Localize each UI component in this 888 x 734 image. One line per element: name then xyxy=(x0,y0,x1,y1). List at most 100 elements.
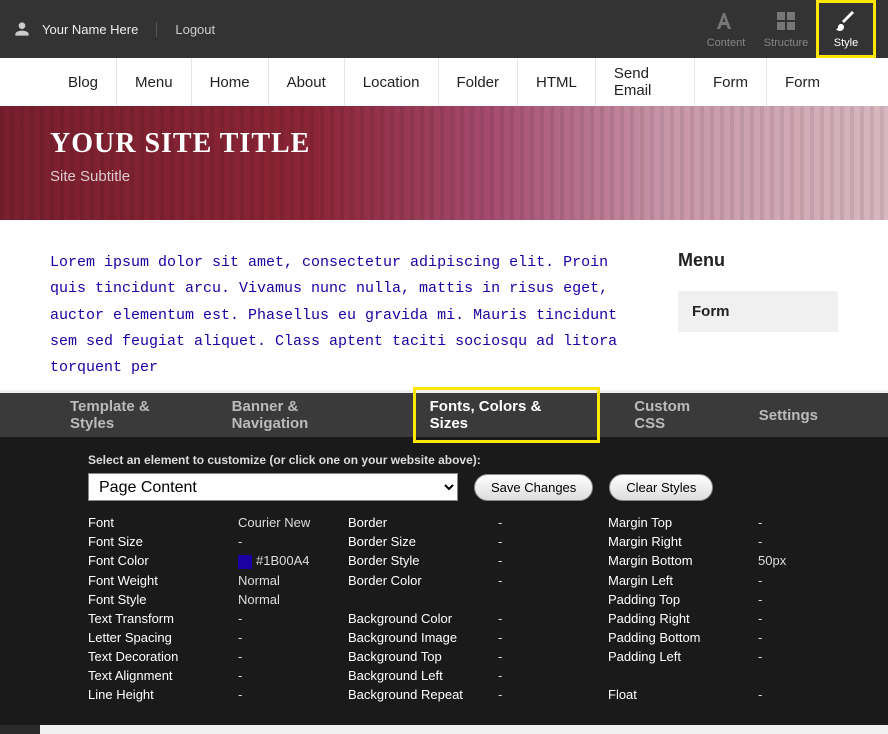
prop-value[interactable]: - xyxy=(498,649,608,664)
prop-value[interactable]: - xyxy=(498,553,608,569)
mode-structure[interactable]: Structure xyxy=(756,0,816,58)
prop-value[interactable] xyxy=(498,592,608,607)
banner: YOUR SITE TITLE Site Subtitle xyxy=(0,106,888,220)
prop-value[interactable]: - xyxy=(758,534,818,549)
prop-label: Padding Left xyxy=(608,649,758,664)
properties-grid: FontCourier NewBorder-Margin Top-Font Si… xyxy=(88,515,800,702)
username: Your Name Here xyxy=(42,22,157,37)
prop-label: Background Left xyxy=(348,668,498,683)
prop-label: Font Color xyxy=(88,553,238,569)
tab-fonts[interactable]: Fonts, Colors & Sizes xyxy=(413,387,601,443)
clear-button[interactable]: Clear Styles xyxy=(609,474,713,501)
prop-label: Padding Bottom xyxy=(608,630,758,645)
topbar: Your Name Here Logout Content Structure … xyxy=(0,0,888,58)
prop-value[interactable]: - xyxy=(758,649,818,664)
tab-banner[interactable]: Banner & Navigation xyxy=(232,398,379,432)
prop-value[interactable]: #1B00A4 xyxy=(238,553,348,569)
prop-label: Font Style xyxy=(88,592,238,607)
content-area: Lorem ipsum dolor sit amet, consectetur … xyxy=(0,220,888,390)
prop-label: Text Transform xyxy=(88,611,238,626)
site-subtitle: Site Subtitle xyxy=(50,168,838,185)
prop-value[interactable]: - xyxy=(238,611,348,626)
prop-label: Font xyxy=(88,515,238,530)
prop-label: Padding Right xyxy=(608,611,758,626)
prop-label: Background Image xyxy=(348,630,498,645)
panel-tabs: Template & Styles Banner & Navigation Fo… xyxy=(0,393,888,437)
prop-label: Letter Spacing xyxy=(88,630,238,645)
prop-label: Border Color xyxy=(348,573,498,588)
prop-label: Margin Right xyxy=(608,534,758,549)
prop-label: Font Size xyxy=(88,534,238,549)
prop-value[interactable]: - xyxy=(498,611,608,626)
prop-value[interactable]: - xyxy=(238,687,348,702)
element-select[interactable]: Page Content xyxy=(88,473,458,501)
nav-item[interactable]: Blog xyxy=(50,58,117,106)
prop-label: Padding Top xyxy=(608,592,758,607)
prop-value[interactable] xyxy=(758,668,818,683)
mode-label: Content xyxy=(707,37,746,49)
nav-item[interactable]: HTML xyxy=(518,58,596,106)
prop-value[interactable]: 50px xyxy=(758,553,818,569)
mode-label: Style xyxy=(834,37,858,49)
prop-value[interactable]: - xyxy=(498,630,608,645)
tab-template[interactable]: Template & Styles xyxy=(70,398,198,432)
prop-value[interactable]: Normal xyxy=(238,573,348,588)
prop-label: Line Height xyxy=(88,687,238,702)
color-swatch[interactable] xyxy=(238,555,252,569)
font-icon xyxy=(714,9,738,33)
prop-label: Border xyxy=(348,515,498,530)
tab-settings[interactable]: Settings xyxy=(759,407,818,424)
prop-label: Text Alignment xyxy=(88,668,238,683)
prop-value[interactable]: - xyxy=(498,515,608,530)
sidebar: Menu Form xyxy=(678,250,838,360)
prop-value[interactable]: - xyxy=(758,573,818,588)
nav-item[interactable]: Folder xyxy=(439,58,519,106)
prop-value[interactable]: - xyxy=(758,630,818,645)
mode-switcher: Content Structure Style xyxy=(696,0,876,58)
prop-label: Background Repeat xyxy=(348,687,498,702)
page-content[interactable]: Lorem ipsum dolor sit amet, consectetur … xyxy=(50,250,638,360)
nav-item[interactable]: Form xyxy=(695,58,767,106)
prop-value[interactable]: - xyxy=(758,515,818,530)
prop-value[interactable]: - xyxy=(758,611,818,626)
prop-label: Border Style xyxy=(348,553,498,569)
save-button[interactable]: Save Changes xyxy=(474,474,593,501)
prop-label: Background Top xyxy=(348,649,498,664)
prop-value[interactable]: - xyxy=(758,687,818,702)
prop-value[interactable]: Courier New xyxy=(238,515,348,530)
prop-label: Font Weight xyxy=(88,573,238,588)
prop-value[interactable]: Normal xyxy=(238,592,348,607)
prop-label xyxy=(608,668,758,683)
prop-value[interactable]: - xyxy=(238,630,348,645)
nav-item[interactable]: Send Email xyxy=(596,58,695,106)
style-panel: Template & Styles Banner & Navigation Fo… xyxy=(0,393,888,725)
tab-css[interactable]: Custom CSS xyxy=(634,398,725,432)
prop-value[interactable]: - xyxy=(498,687,608,702)
mode-style[interactable]: Style xyxy=(816,0,876,58)
sidebar-title: Menu xyxy=(678,250,838,271)
prop-value[interactable]: - xyxy=(758,592,818,607)
nav-item[interactable]: Menu xyxy=(117,58,192,106)
prop-value[interactable]: - xyxy=(238,649,348,664)
prop-value[interactable]: - xyxy=(238,668,348,683)
panel-body: Select an element to customize (or click… xyxy=(0,437,888,702)
prop-label: Background Color xyxy=(348,611,498,626)
main-nav: Blog Menu Home About Location Folder HTM… xyxy=(0,58,888,106)
nav-item[interactable]: About xyxy=(269,58,345,106)
mode-content[interactable]: Content xyxy=(696,0,756,58)
form-widget[interactable]: Form xyxy=(678,291,838,332)
prop-label: Text Decoration xyxy=(88,649,238,664)
prop-value[interactable]: - xyxy=(498,534,608,549)
nav-item[interactable]: Location xyxy=(345,58,439,106)
prop-value[interactable]: - xyxy=(498,573,608,588)
logout-link[interactable]: Logout xyxy=(175,22,215,37)
prop-label: Margin Bottom xyxy=(608,553,758,569)
prop-value[interactable]: - xyxy=(498,668,608,683)
nav-item[interactable]: Home xyxy=(192,58,269,106)
brush-icon xyxy=(834,9,858,33)
site-title: YOUR SITE TITLE xyxy=(50,128,838,160)
prop-value[interactable]: - xyxy=(238,534,348,549)
nav-item[interactable]: Form xyxy=(767,58,838,106)
prop-label: Margin Top xyxy=(608,515,758,530)
blocks-icon xyxy=(774,9,798,33)
